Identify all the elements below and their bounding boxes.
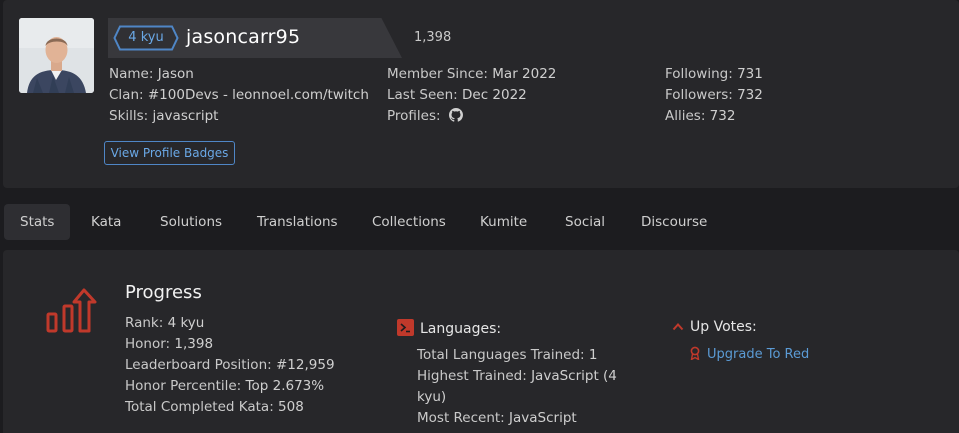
terminal-icon: [397, 319, 414, 336]
leaderboard-position-label: Leaderboard Position:: [125, 357, 272, 373]
tab-collections[interactable]: Collections: [356, 204, 462, 240]
member-since-label: Member Since:: [387, 66, 488, 82]
progress-rank-label: Rank:: [125, 315, 164, 331]
award-ribbon-icon: [690, 346, 700, 364]
languages-title: Languages:: [420, 321, 502, 337]
highest-trained-row: Highest Trained: JavaScript (4 kyu): [417, 366, 632, 408]
tab-stats[interactable]: Stats: [4, 204, 71, 240]
completed-kata-label: Total Completed Kata:: [125, 399, 274, 415]
upvotes-heading: Up Votes:: [672, 319, 757, 335]
member-since-value: Mar 2022: [492, 66, 557, 82]
progress-honor-value: 1,398: [174, 336, 214, 352]
clan-row: Clan: #100Devs - leonnoel.com/twitch: [109, 85, 369, 106]
total-languages-label: Total Languages Trained:: [417, 347, 585, 363]
name-value: Jason: [157, 66, 194, 82]
avatar-photo: [19, 18, 94, 93]
skills-value: javascript: [152, 108, 219, 124]
last-seen-label: Last Seen:: [387, 87, 458, 103]
most-recent-value: JavaScript: [509, 410, 577, 426]
honor-percentile-row: Honor Percentile: Top 2.673%: [125, 376, 335, 397]
leaderboard-position-row: Leaderboard Position: #12,959: [125, 355, 335, 376]
progress-honor-row: Honor: 1,398: [125, 334, 335, 355]
name-row: Name: Jason: [109, 64, 369, 85]
following-value: 731: [737, 66, 763, 82]
tab-social[interactable]: Social: [549, 204, 621, 240]
tab-translations[interactable]: Translations: [241, 204, 354, 240]
info-column-left: Name: Jason Clan: #100Devs - leonnoel.co…: [109, 64, 369, 127]
name-label: Name:: [109, 66, 154, 82]
progress-chart-icon: [46, 288, 98, 338]
member-since-row: Member Since: Mar 2022: [387, 64, 556, 85]
github-icon[interactable]: [448, 108, 463, 129]
following-label: Following:: [665, 66, 733, 82]
followers-value: 732: [737, 87, 763, 103]
tab-discourse[interactable]: Discourse: [625, 204, 723, 240]
skills-row: Skills: javascript: [109, 106, 369, 127]
most-recent-row: Most Recent: JavaScript: [417, 408, 632, 429]
progress-title: Progress: [125, 282, 202, 303]
highest-trained-label: Highest Trained:: [417, 368, 527, 384]
leaderboard-position-value: #12,959: [275, 357, 335, 373]
progress-list: Rank: 4 kyu Honor: 1,398 Leaderboard Pos…: [125, 313, 335, 418]
view-profile-badges-button[interactable]: View Profile Badges: [104, 141, 235, 165]
chevron-up-icon: [672, 319, 684, 335]
last-seen-value: Dec 2022: [462, 87, 527, 103]
profiles-label: Profiles:: [387, 108, 441, 124]
honor-percentile-label: Honor Percentile:: [125, 378, 242, 394]
info-column-middle: Member Since: Mar 2022 Last Seen: Dec 20…: [387, 64, 556, 129]
allies-value: 732: [709, 108, 736, 124]
username: jasoncarr95: [186, 26, 301, 48]
upgrade-to-red-link[interactable]: Upgrade To Red: [690, 346, 809, 364]
clan-value: #100Devs - leonnoel.com/twitch: [147, 87, 369, 103]
allies-label: Allies:: [665, 108, 706, 124]
following-row[interactable]: Following: 731: [665, 64, 763, 85]
total-languages-row: Total Languages Trained: 1: [417, 345, 632, 366]
followers-label: Followers:: [665, 87, 733, 103]
tab-kata[interactable]: Kata: [75, 204, 137, 240]
completed-kata-value: 508: [278, 399, 304, 415]
tab-kumite[interactable]: Kumite: [464, 204, 543, 240]
most-recent-label: Most Recent:: [417, 410, 505, 426]
profiles-row: Profiles:: [387, 106, 556, 129]
info-column-right: Following: 731 Followers: 732 Allies: 73…: [665, 64, 763, 127]
last-seen-row: Last Seen: Dec 2022: [387, 85, 556, 106]
followers-row[interactable]: Followers: 732: [665, 85, 763, 106]
clan-label: Clan:: [109, 87, 144, 103]
honor-percentile-value: Top 2.673%: [245, 378, 325, 394]
progress-rank-value: 4 kyu: [167, 315, 205, 331]
completed-kata-row: Total Completed Kata: 508: [125, 397, 335, 418]
rank-label: 4 kyu: [128, 30, 164, 45]
avatar[interactable]: [19, 18, 94, 93]
allies-row[interactable]: Allies: 732: [665, 106, 763, 127]
languages-list: Total Languages Trained: 1 Highest Train…: [417, 345, 632, 429]
upvotes-title: Up Votes:: [690, 319, 757, 335]
progress-honor-label: Honor:: [125, 336, 171, 352]
honor-score: 1,398: [414, 30, 452, 45]
upgrade-to-red-label: Upgrade To Red: [707, 347, 810, 362]
tab-solutions[interactable]: Solutions: [144, 204, 238, 240]
total-languages-value: 1: [588, 347, 598, 363]
skills-label: Skills:: [109, 108, 149, 124]
languages-heading: Languages:: [397, 319, 501, 337]
progress-rank-row: Rank: 4 kyu: [125, 313, 335, 334]
rank-badge[interactable]: 4 kyu: [113, 25, 179, 51]
